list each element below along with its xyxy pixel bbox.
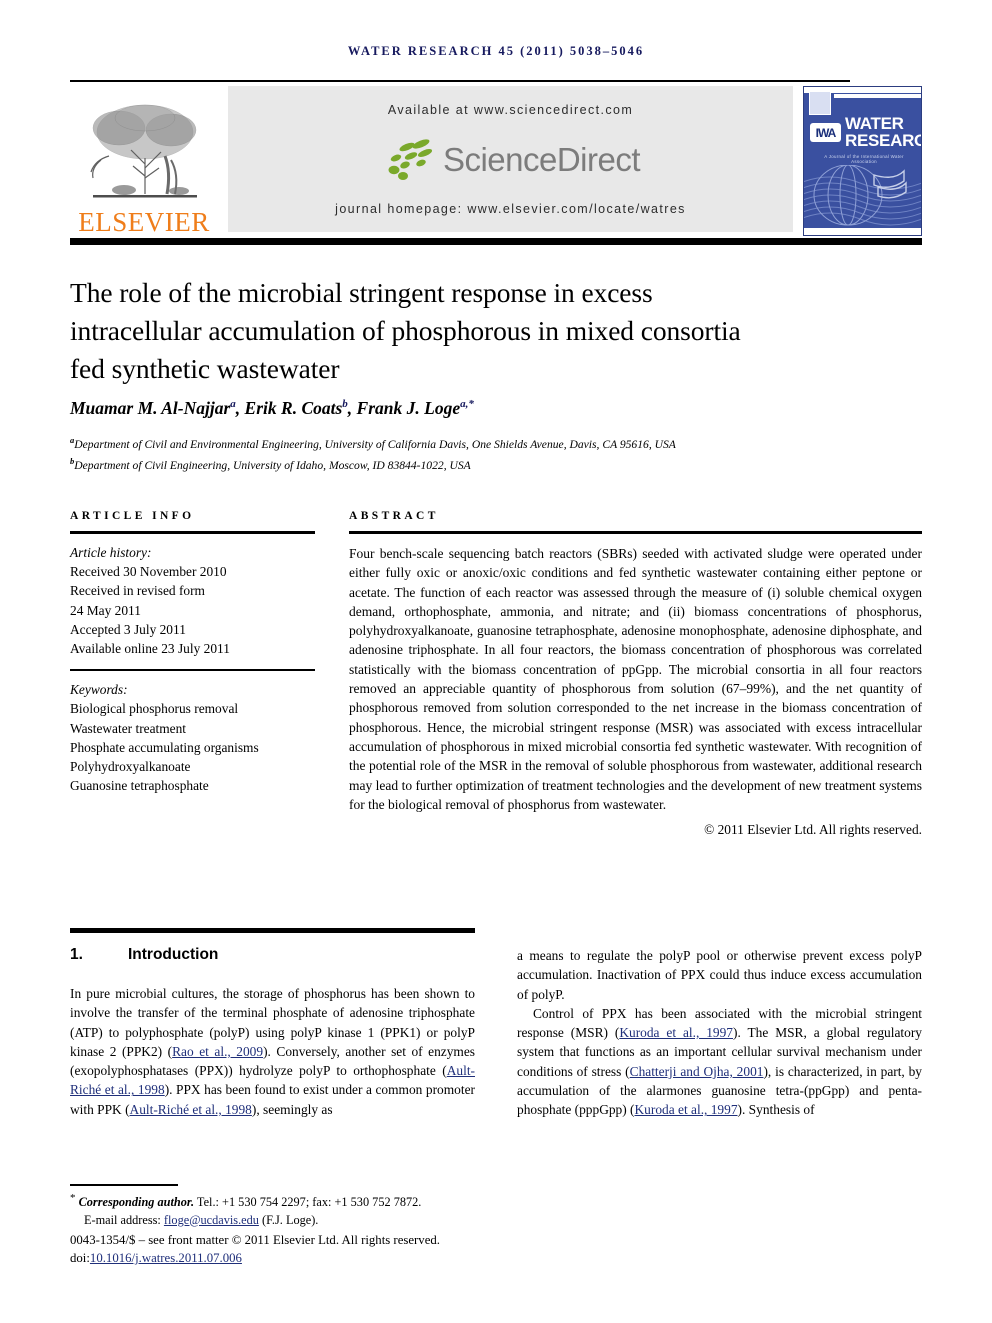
- issn-line: 0043-1354/$ – see front matter © 2011 El…: [70, 1233, 440, 1247]
- cover-wave-graphic: [804, 165, 921, 226]
- email-link[interactable]: floge@ucdavis.edu: [164, 1213, 259, 1227]
- author-affiliation-mark: b: [342, 398, 348, 411]
- doi-label: doi:: [70, 1251, 90, 1265]
- sciencedirect-leaves-icon: [381, 138, 437, 182]
- doi-link[interactable]: 10.1016/j.watres.2011.07.006: [90, 1251, 242, 1265]
- sciencedirect-logo: ScienceDirect: [381, 134, 641, 186]
- introduction-title: Introduction: [128, 946, 219, 963]
- article-history-item: Received 30 November 2010: [70, 564, 227, 580]
- affiliation-list: aDepartment of Civil and Environmental E…: [70, 432, 922, 474]
- article-info-column: ARTICLE INFO Article history: Received 3…: [70, 510, 315, 795]
- keyword-item: Wastewater treatment: [70, 720, 187, 736]
- doi-line: doi:10.1016/j.watres.2011.07.006: [70, 1249, 540, 1267]
- article-history-item: 24 May 2011: [70, 602, 141, 618]
- corresponding-author-label: Corresponding author.: [78, 1195, 195, 1210]
- footnote-star: *: [70, 1192, 76, 1204]
- citation-link[interactable]: Chatterji and Ojha, 2001: [630, 1064, 764, 1079]
- affiliation-mark: b: [70, 455, 75, 466]
- affiliation-mark: a: [70, 435, 75, 445]
- keyword-item: Biological phosphorus removal: [70, 701, 239, 717]
- elsevier-tree-icon: [79, 98, 209, 208]
- copyright-line: © 2011 Elsevier Ltd. All rights reserved…: [704, 822, 922, 838]
- article-history-items: Received 30 November 2010 Received in rev…: [70, 562, 315, 658]
- intro-right-column: a means to regulate the polyP pool or ot…: [517, 946, 922, 1120]
- elsevier-wordmark: ELSEVIER: [78, 207, 210, 237]
- email-suffix: (F.J. Loge).: [258, 1212, 319, 1227]
- affiliation-item: aDepartment of Civil and Environmental E…: [70, 435, 676, 451]
- sciencedirect-banner: Available at www.sciencedirect.com Scien…: [228, 86, 793, 232]
- citation-link[interactable]: Kuroda et al., 1997: [619, 1025, 733, 1040]
- article-history-item: Available online 23 July 2011: [70, 641, 230, 657]
- author-affiliation-mark: a,*: [460, 398, 474, 411]
- article-info-heading: ARTICLE INFO: [70, 510, 195, 522]
- body-paragraph: Control of PPX has been associated with …: [517, 1005, 922, 1118]
- author-name: Erik R. Coats: [244, 398, 343, 418]
- abstract-heading: ABSTRACT: [349, 510, 439, 522]
- body-paragraph: a means to regulate the polyP pool or ot…: [517, 948, 922, 1002]
- cover-title-line1: WATER: [845, 114, 904, 133]
- email-line: E-mail address: floge@ucdavis.edu (F.J. …: [70, 1212, 490, 1230]
- author-name: Muamar M. Al-Najjar: [70, 398, 231, 418]
- issn-doi-block: 0043-1354/$ – see front matter © 2011 El…: [70, 1231, 540, 1267]
- journal-cover-image: IWA WATER RESEARCH A Journal of the Inte…: [803, 86, 922, 236]
- iwa-logo-icon: IWA: [810, 123, 841, 142]
- abstract-column: ABSTRACT Four bench-scale sequencing bat…: [349, 510, 922, 838]
- keyword-item: Phosphate accumulating organisms: [70, 739, 259, 755]
- abstract-text: Four bench-scale sequencing batch reacto…: [349, 546, 922, 812]
- introduction-heading: 1. Introduction: [70, 946, 218, 964]
- footnote-block: * Corresponding author. Tel.: +1 530 754…: [70, 1190, 490, 1229]
- footnote-rule: [70, 1184, 178, 1186]
- author-affiliation-mark: a: [230, 398, 236, 411]
- citation-link[interactable]: Kuroda et al., 1997: [635, 1102, 738, 1117]
- keyword-item: Polyhydroxyalkanoate: [70, 759, 191, 775]
- article-history-item: Received in revised form: [70, 583, 205, 599]
- journal-homepage-text: journal homepage: www.elsevier.com/locat…: [335, 202, 686, 216]
- keywords-label: Keywords:: [70, 682, 128, 698]
- article-history: Article history: Received 30 November 20…: [70, 534, 315, 658]
- article-history-item: Accepted 3 July 2011: [70, 621, 186, 637]
- author-list: Muamar M. Al-Najjara, Erik R. Coatsb, Fr…: [70, 398, 474, 418]
- cover-title-line2: RESEARCH: [845, 131, 921, 150]
- header-rule: [70, 80, 850, 82]
- introduction-number: 1.: [70, 946, 83, 963]
- available-at-text: Available at www.sciencedirect.com: [387, 103, 634, 117]
- citation-link[interactable]: Rao et al., 2009: [172, 1044, 263, 1059]
- article-history-label: Article history:: [70, 545, 152, 560]
- keyword-item: Guanosine tetraphosphate: [70, 778, 209, 794]
- elsevier-logo: ELSEVIER: [70, 86, 218, 236]
- section-separator-rule: [70, 928, 475, 933]
- corresponding-author-contact: Tel.: +1 530 754 2297; fax: +1 530 752 7…: [194, 1195, 422, 1210]
- sciencedirect-wordmark: ScienceDirect: [442, 140, 641, 178]
- author-name: Frank J. Loge: [356, 398, 461, 418]
- citation-link[interactable]: Ault-Riché et al., 1998: [70, 1063, 475, 1097]
- affiliation-item: bDepartment of Civil Engineering, Univer…: [70, 455, 471, 472]
- keywords-block: Keywords: Biological phosphorus removal W…: [70, 671, 315, 795]
- email-label: E-mail address:: [84, 1212, 161, 1227]
- cover-white-line: [834, 94, 921, 98]
- keywords-items: Biological phosphorus removal Wastewater …: [70, 699, 315, 795]
- citation-link[interactable]: Ault-Riché et al., 1998: [130, 1102, 252, 1117]
- iwa-logo-text: IWA: [815, 125, 837, 140]
- cover-title: WATER RESEARCH: [845, 114, 921, 150]
- page-title: The role of the microbial stringent resp…: [70, 277, 741, 385]
- masthead: ELSEVIER Available at www.sciencedirect.…: [70, 86, 922, 236]
- masthead-bottom-rule: [70, 238, 922, 245]
- corresponding-author-line: * Corresponding author. Tel.: +1 530 754…: [70, 1190, 490, 1212]
- cover-elsevier-mark-icon: [809, 91, 831, 115]
- article-page: WATER RESEARCH 45 (2011) 5038–5046 ELSEV…: [0, 0, 992, 1323]
- running-head: WATER RESEARCH 45 (2011) 5038–5046: [347, 44, 645, 58]
- body-paragraph: In pure microbial cultures, the storage …: [70, 986, 476, 1117]
- intro-left-column: In pure microbial cultures, the storage …: [70, 984, 475, 1119]
- cover-bottom-bar: [804, 228, 921, 235]
- cover-subtitle: A Journal of the International Water Ass…: [824, 154, 904, 164]
